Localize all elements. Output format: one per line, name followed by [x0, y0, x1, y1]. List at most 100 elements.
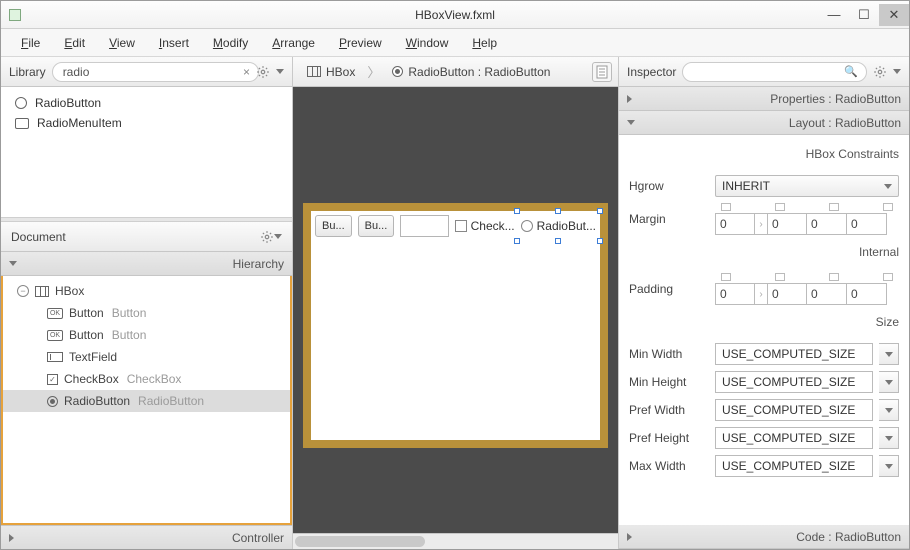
view-fxml-icon[interactable]: [592, 62, 612, 82]
controller-title: Controller: [18, 531, 284, 545]
padding-left-input[interactable]: [847, 283, 887, 305]
radiobutton-icon: [392, 66, 403, 77]
controller-header[interactable]: Controller: [1, 525, 292, 549]
inspector-menu-icon[interactable]: [873, 65, 887, 79]
library-header: Library ×: [1, 57, 292, 87]
menu-preview[interactable]: Preview: [329, 32, 392, 54]
tree-node-type: Button: [69, 328, 104, 342]
breadcrumb-radiobutton[interactable]: RadioButton : RadioButton: [384, 63, 558, 81]
prop-label: Max Width: [629, 459, 709, 473]
padding-top-input[interactable]: [715, 283, 755, 305]
inspector-column: Inspector 🔍 Properties : RadioButton Lay…: [619, 57, 909, 549]
menu-window[interactable]: Window: [396, 32, 459, 54]
code-section-header[interactable]: Code : RadioButton: [619, 525, 909, 549]
clear-search-icon[interactable]: ×: [243, 65, 250, 79]
prop-padding: Padding ›: [629, 273, 899, 305]
maximize-button[interactable]: ☐: [849, 4, 879, 26]
document-menu-icon[interactable]: [260, 230, 274, 244]
dropdown-icon: [885, 408, 893, 413]
link-icon[interactable]: ›: [755, 283, 767, 305]
library-list: RadioButton RadioMenuItem: [1, 87, 292, 217]
design-canvas-area[interactable]: Bu... Bu... Check... RadioBut...: [293, 87, 618, 533]
close-button[interactable]: ✕: [879, 4, 909, 26]
hbox-icon: [307, 66, 321, 77]
tree-node-text: CheckBox: [127, 372, 182, 386]
library-item-radiomenuitem[interactable]: RadioMenuItem: [3, 113, 290, 133]
tree-node-radiobutton[interactable]: RadioButton RadioButton: [3, 390, 290, 412]
hgrow-combo[interactable]: INHERIT: [715, 175, 899, 197]
menu-help[interactable]: Help: [462, 32, 507, 54]
hierarchy-header[interactable]: Hierarchy: [1, 252, 292, 276]
minimize-button[interactable]: —: [819, 4, 849, 26]
hbox-preview: Bu... Bu... Check... RadioBut...: [311, 211, 600, 241]
prop-label: Pref Height: [629, 431, 709, 445]
preview-checkbox[interactable]: Check...: [455, 215, 515, 237]
size-value-input[interactable]: USE_COMPUTED_SIZE: [715, 371, 873, 393]
prop-label: Min Width: [629, 347, 709, 361]
padding-bottom-input[interactable]: [807, 283, 847, 305]
button-icon: OK: [47, 308, 63, 319]
library-menu-dropdown-icon[interactable]: [276, 69, 284, 74]
dropdown-icon: [885, 464, 893, 469]
library-title: Library: [9, 65, 46, 79]
preview-button[interactable]: Bu...: [358, 215, 395, 237]
design-canvas[interactable]: Bu... Bu... Check... RadioBut...: [303, 203, 608, 448]
inspector-search-input[interactable]: 🔍: [682, 62, 867, 82]
properties-section-header[interactable]: Properties : RadioButton: [619, 87, 909, 111]
layout-section-header[interactable]: Layout : RadioButton: [619, 111, 909, 135]
margin-top-input[interactable]: [715, 213, 755, 235]
size-dropdown[interactable]: [879, 343, 899, 365]
tree-node-text: Button: [112, 328, 147, 342]
group-hbox-constraints: HBox Constraints: [629, 147, 899, 161]
menu-insert[interactable]: Insert: [149, 32, 199, 54]
inspector-menu-dropdown-icon[interactable]: [893, 69, 901, 74]
size-value-input[interactable]: USE_COMPUTED_SIZE: [715, 343, 873, 365]
prop-label: Min Height: [629, 375, 709, 389]
margin-right-input[interactable]: [767, 213, 807, 235]
tree-node-button[interactable]: OK Button Button: [3, 324, 290, 346]
menu-view[interactable]: View: [99, 32, 145, 54]
library-menu-icon[interactable]: [256, 65, 270, 79]
size-value-input[interactable]: USE_COMPUTED_SIZE: [715, 427, 873, 449]
tree-node-button[interactable]: OK Button Button: [3, 302, 290, 324]
margin-bottom-input[interactable]: [807, 213, 847, 235]
menu-file[interactable]: File: [11, 32, 50, 54]
tree-node-checkbox[interactable]: ✓ CheckBox CheckBox: [3, 368, 290, 390]
preview-textfield[interactable]: [400, 215, 448, 237]
document-menu-dropdown-icon[interactable]: [274, 234, 282, 239]
menu-edit[interactable]: Edit: [54, 32, 95, 54]
size-value-input[interactable]: USE_COMPUTED_SIZE: [715, 455, 873, 477]
scrollbar-thumb[interactable]: [295, 536, 425, 547]
horizontal-scrollbar[interactable]: [293, 533, 618, 549]
expand-icon: [9, 534, 18, 542]
library-item-radiobutton[interactable]: RadioButton: [3, 93, 290, 113]
preview-radiobutton[interactable]: RadioBut...: [521, 215, 596, 237]
document-title: Document: [11, 230, 66, 244]
prop-label: Pref Width: [629, 403, 709, 417]
size-dropdown[interactable]: [879, 371, 899, 393]
size-value-input[interactable]: USE_COMPUTED_SIZE: [715, 399, 873, 421]
checkbox-icon: ✓: [47, 374, 58, 385]
link-icon[interactable]: ›: [755, 213, 767, 235]
hierarchy-tree: − HBox OK Button Button OK Button Button…: [1, 276, 292, 525]
library-search-input[interactable]: [52, 62, 259, 82]
menubar: File Edit View Insert Modify Arrange Pre…: [1, 29, 909, 57]
dropdown-icon: [885, 352, 893, 357]
padding-right-input[interactable]: [767, 283, 807, 305]
dropdown-icon: [885, 436, 893, 441]
inspector-header: Inspector 🔍: [619, 57, 909, 87]
breadcrumb-hbox[interactable]: HBox: [299, 63, 363, 81]
size-dropdown[interactable]: [879, 427, 899, 449]
menu-arrange[interactable]: Arrange: [262, 32, 325, 54]
tree-node-hbox[interactable]: − HBox: [3, 280, 290, 302]
tree-node-textfield[interactable]: TextField: [3, 346, 290, 368]
preview-button[interactable]: Bu...: [315, 215, 352, 237]
menu-modify[interactable]: Modify: [203, 32, 258, 54]
radiobutton-icon: [47, 396, 58, 407]
dropdown-icon: [884, 184, 892, 189]
size-dropdown[interactable]: [879, 455, 899, 477]
margin-left-input[interactable]: [847, 213, 887, 235]
inspector-title: Inspector: [627, 65, 676, 79]
collapse-node-icon[interactable]: −: [17, 285, 29, 297]
size-dropdown[interactable]: [879, 399, 899, 421]
